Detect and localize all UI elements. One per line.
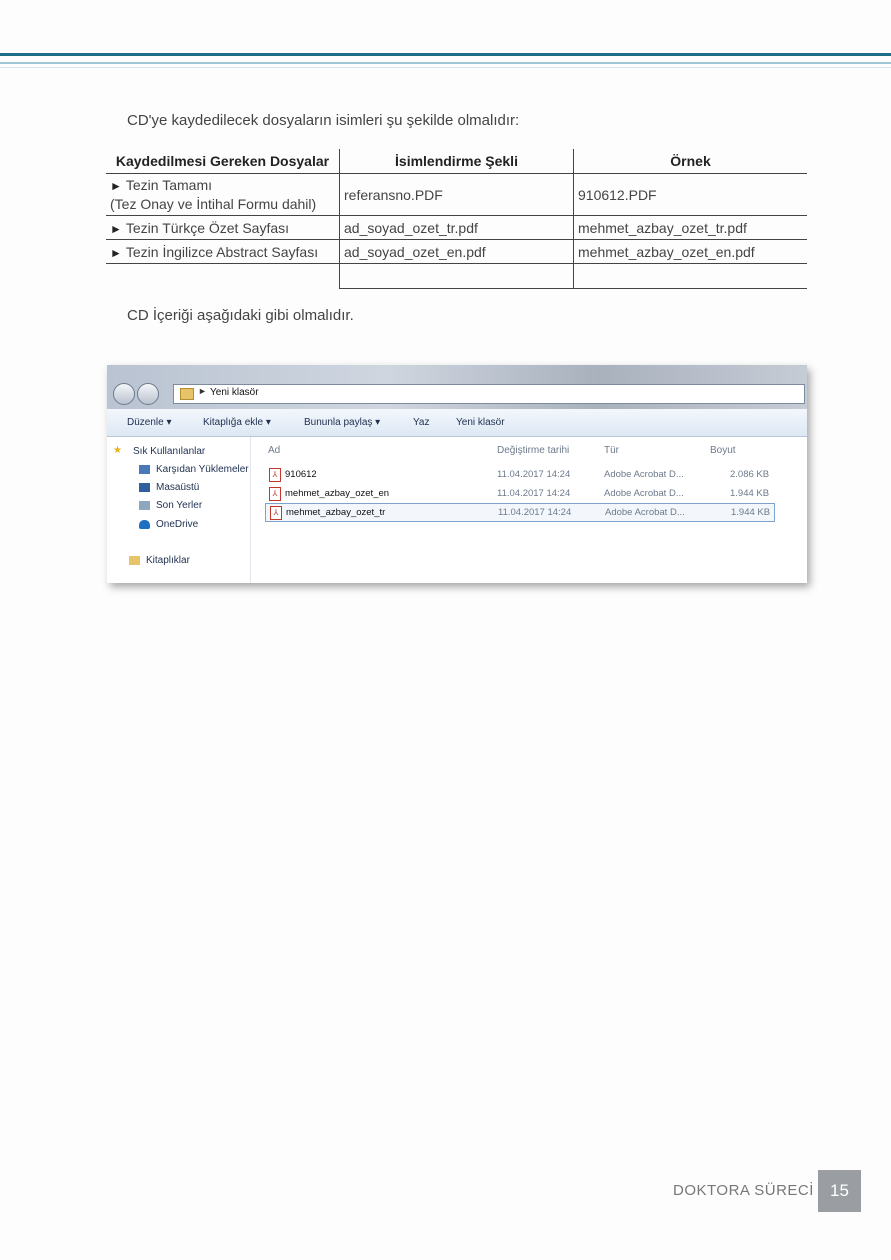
file-type: Adobe Acrobat D... xyxy=(604,488,684,499)
table-header-row: Kaydedilmesi Gereken Dosyalar İsimlendir… xyxy=(106,149,807,174)
folder-icon xyxy=(180,388,194,400)
bullet-icon: ► xyxy=(110,221,122,236)
address-box[interactable]: ► Yeni klasör xyxy=(173,384,805,404)
header-rule-tertiary xyxy=(0,67,891,68)
example-cell: mehmet_azbay_ozet_en.pdf xyxy=(573,239,807,264)
file-name: mehmet_azbay_ozet_tr xyxy=(286,507,386,518)
file-cell: ► Tezin Tamamı (Tez Onay ve İntihal Formu… xyxy=(106,173,340,216)
pdf-icon: ⅄ xyxy=(269,487,281,501)
file-name: 910612 xyxy=(285,469,317,480)
file-date: 11.04.2017 14:24 xyxy=(498,507,572,518)
toolbar-burn[interactable]: Yaz xyxy=(413,417,430,428)
explorer-nav-pane: ★ Sık Kullanılanlar Karşıdan Yüklemeler … xyxy=(107,437,251,583)
star-icon: ★ xyxy=(113,445,122,456)
file-cell: ► Tezin İngilizce Abstract Sayfası xyxy=(106,239,340,264)
chevron-right-icon: ► xyxy=(198,386,207,396)
cd-content-text: CD İçeriği aşağıdaki gibi olmalıdır. xyxy=(127,307,354,324)
file-name-line: Tezin Türkçe Özet Sayfası xyxy=(125,219,290,236)
file-name-line: Tezin İngilizce Abstract Sayfası xyxy=(125,243,319,260)
empty-cell xyxy=(339,263,574,289)
empty-cell xyxy=(106,264,340,289)
pdf-icon: ⅄ xyxy=(269,468,281,482)
explorer-address-bar-area: ► Yeni klasör xyxy=(107,365,807,409)
naming-cell: ad_soyad_ozet_en.pdf xyxy=(339,239,574,264)
nav-recent-places[interactable]: Son Yerler xyxy=(156,500,202,511)
table-row: ► Tezin Tamamı (Tez Onay ve İntihal Formu… xyxy=(106,173,807,216)
explorer-toolbar: Düzenle ▾ Kitaplığa ekle ▾ Bununla payla… xyxy=(107,409,807,437)
cloud-icon xyxy=(139,520,150,529)
file-row[interactable]: ⅄ mehmet_azbay_ozet_en 11.04.2017 14:24 … xyxy=(265,485,773,502)
file-name-line: Tezin Tamamı xyxy=(125,177,212,193)
intro-text: CD'ye kaydedilecek dosyaların isimleri ş… xyxy=(127,112,520,129)
table-row: ► Tezin İngilizce Abstract Sayfası ad_soy… xyxy=(106,239,807,264)
forward-button[interactable] xyxy=(137,383,159,405)
pdf-icon: ⅄ xyxy=(270,506,282,520)
file-row[interactable]: ⅄ 910612 11.04.2017 14:24 Adobe Acrobat … xyxy=(265,466,773,483)
address-label: Yeni klasör xyxy=(210,387,259,398)
header-example: Örnek xyxy=(573,149,807,174)
nav-downloads[interactable]: Karşıdan Yüklemeler xyxy=(156,464,249,475)
file-type: Adobe Acrobat D... xyxy=(605,507,685,518)
example-cell: 910612.PDF xyxy=(573,173,807,216)
back-button[interactable] xyxy=(113,383,135,405)
file-cell: ► Tezin Türkçe Özet Sayfası xyxy=(106,215,340,240)
column-name[interactable]: Ad xyxy=(268,445,280,456)
header-rule xyxy=(0,53,891,56)
nav-onedrive[interactable]: OneDrive xyxy=(156,519,198,530)
file-size: 2.086 KB xyxy=(730,469,770,480)
toolbar-share-with[interactable]: Bununla paylaş ▾ xyxy=(304,417,380,428)
header-files: Kaydedilmesi Gereken Dosyalar xyxy=(106,149,340,174)
page-number: 15 xyxy=(818,1170,861,1212)
column-type[interactable]: Tür xyxy=(604,445,619,456)
naming-cell: ad_soyad_ozet_tr.pdf xyxy=(339,215,574,240)
column-date[interactable]: Değiştirme tarihi xyxy=(497,445,569,456)
file-date: 11.04.2017 14:24 xyxy=(497,488,571,499)
recent-places-icon xyxy=(139,501,150,510)
file-row-selected[interactable]: ⅄ mehmet_azbay_ozet_tr 11.04.2017 14:24 … xyxy=(265,503,775,522)
header-rule-secondary xyxy=(0,62,891,64)
toolbar-new-folder[interactable]: Yeni klasör xyxy=(456,417,505,428)
header-naming: İsimlendirme Şekli xyxy=(339,149,574,174)
file-type: Adobe Acrobat D... xyxy=(604,469,684,480)
bullet-icon: ► xyxy=(110,179,122,193)
toolbar-organize[interactable]: Düzenle ▾ xyxy=(127,417,172,428)
table-row: ► Tezin Türkçe Özet Sayfası ad_soyad_ozet… xyxy=(106,215,807,240)
file-date: 11.04.2017 14:24 xyxy=(497,469,571,480)
file-size: 1.944 KB xyxy=(731,507,771,518)
toolbar-add-to-library[interactable]: Kitaplığa ekle ▾ xyxy=(203,417,271,428)
file-size: 1.944 KB xyxy=(730,488,770,499)
empty-cell xyxy=(573,263,807,289)
nav-desktop[interactable]: Masaüstü xyxy=(156,482,199,493)
explorer-screenshot: ► Yeni klasör Düzenle ▾ Kitaplığa ekle ▾… xyxy=(107,365,807,583)
column-size[interactable]: Boyut xyxy=(710,445,736,456)
footer-section-label: DOKTORA SÜRECİ xyxy=(673,1182,814,1199)
table-row-empty xyxy=(106,263,807,289)
naming-cell: referansno.PDF xyxy=(339,173,574,216)
file-name: mehmet_azbay_ozet_en xyxy=(285,488,390,499)
desktop-icon xyxy=(139,483,150,492)
nav-libraries[interactable]: Kitaplıklar xyxy=(146,555,190,566)
bullet-icon: ► xyxy=(110,245,122,260)
nav-favorites[interactable]: Sık Kullanılanlar xyxy=(133,446,205,457)
library-icon xyxy=(129,556,140,565)
file-naming-table: Kaydedilmesi Gereken Dosyalar İsimlendir… xyxy=(106,149,807,289)
downloads-icon xyxy=(139,465,150,474)
example-cell: mehmet_azbay_ozet_tr.pdf xyxy=(573,215,807,240)
file-note-line: (Tez Onay ve İntihal Formu dahil) xyxy=(110,196,317,212)
